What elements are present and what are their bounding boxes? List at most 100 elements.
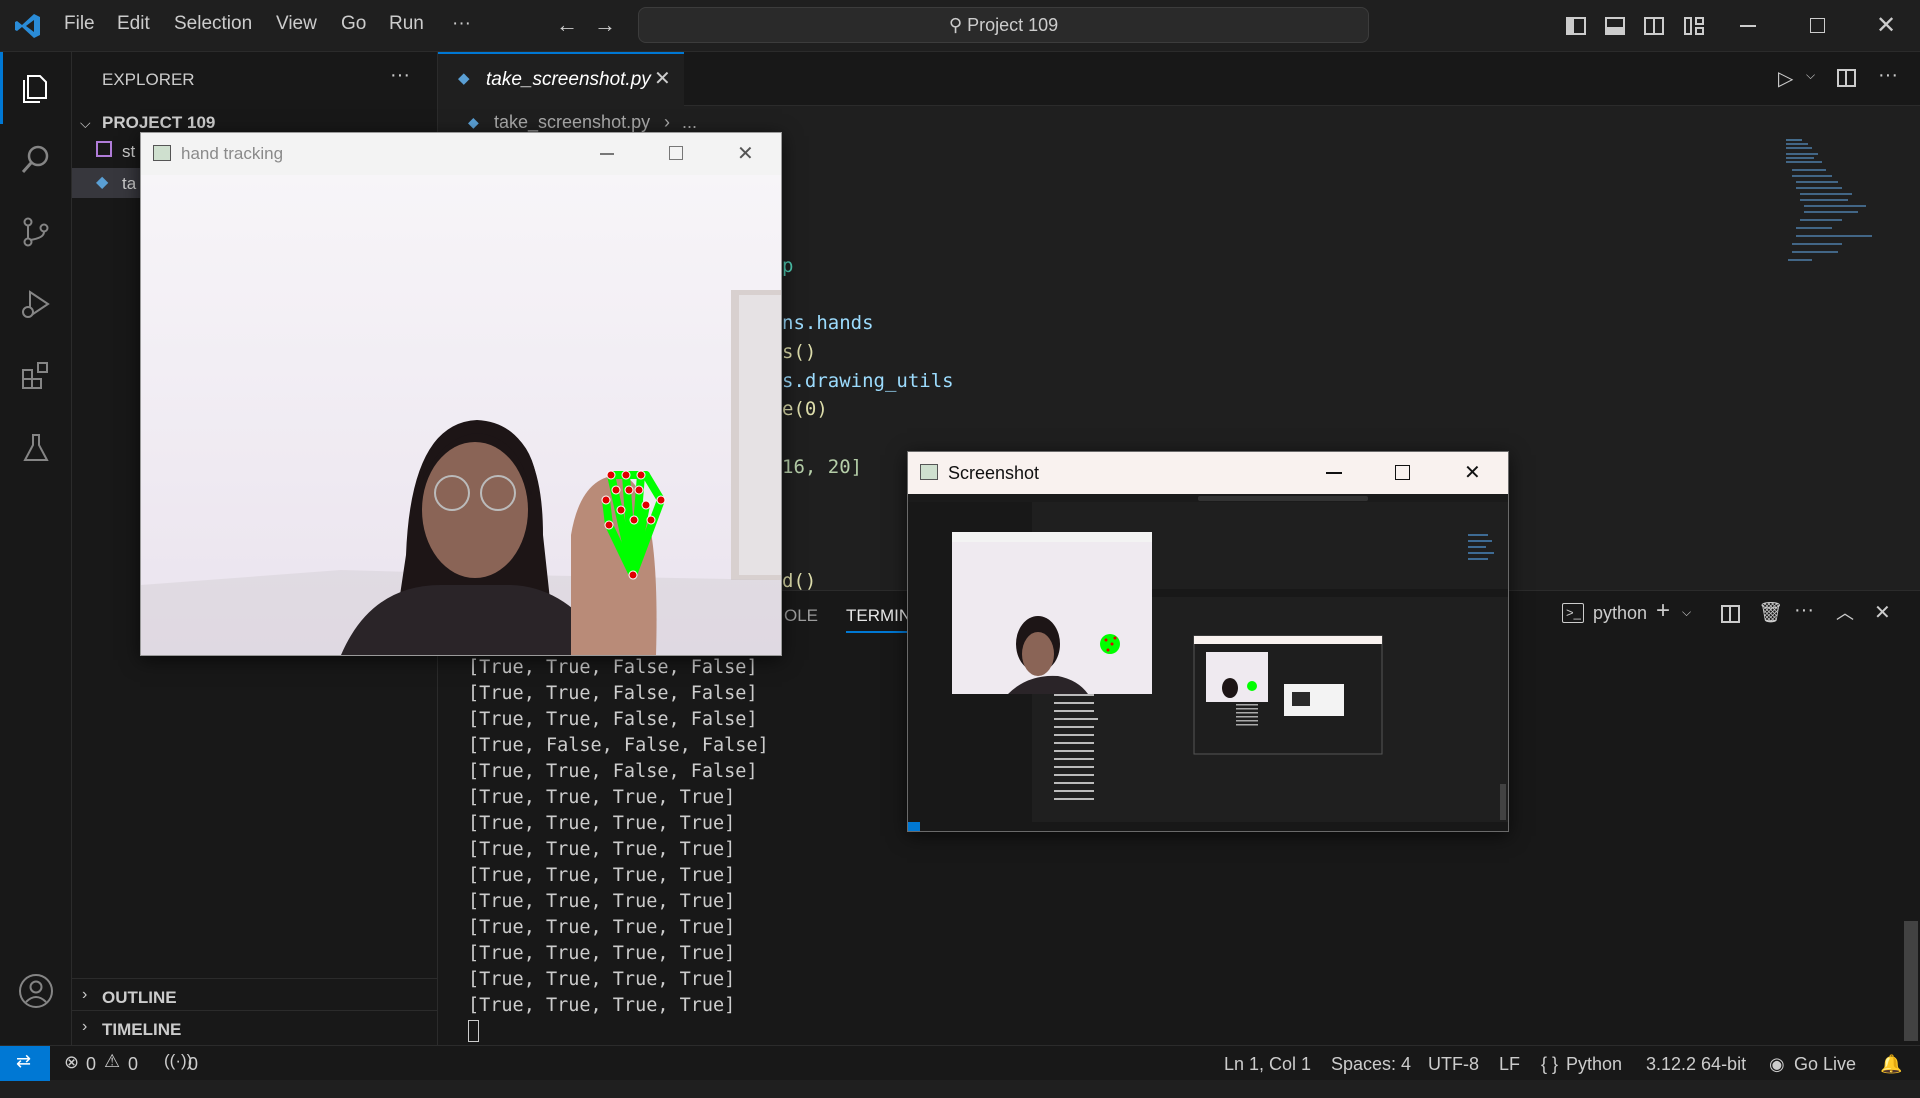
- terminal-line: [True, True, True, True]: [468, 813, 736, 834]
- menu-selection[interactable]: Selection: [174, 13, 252, 35]
- menu-file[interactable]: File: [64, 13, 95, 35]
- language-mode[interactable]: Python: [1566, 1054, 1622, 1075]
- chevron-down-icon[interactable]: ⌵: [1682, 605, 1691, 620]
- hand-window-titlebar[interactable]: hand tracking ✕: [141, 133, 781, 175]
- menu-go[interactable]: Go: [341, 13, 366, 35]
- split-terminal-icon[interactable]: [1721, 605, 1740, 623]
- testing-icon[interactable]: [0, 412, 72, 484]
- chevron-down-icon[interactable]: ⌵: [80, 115, 91, 132]
- remote-indicator[interactable]: ⇄: [0, 1046, 50, 1081]
- terminal-line: [True, True, True, True]: [468, 995, 736, 1016]
- explorer-icon[interactable]: [0, 52, 72, 124]
- go-live[interactable]: Go Live: [1794, 1054, 1856, 1075]
- terminal-line: [True, True, True, True]: [468, 865, 736, 886]
- remote-icon: ⇄: [16, 1051, 32, 1071]
- menu-more[interactable]: ···: [452, 13, 471, 35]
- notifications-bell-icon[interactable]: 🔔: [1880, 1054, 1902, 1075]
- close-icon[interactable]: ✕: [1464, 460, 1481, 485]
- code-line: d(): [782, 570, 817, 592]
- forward-arrow-icon[interactable]: →: [594, 12, 616, 38]
- maximize-panel-icon[interactable]: ︿: [1836, 599, 1854, 625]
- webcam-frame: [141, 175, 781, 655]
- breadcrumb-file[interactable]: take_screenshot.py: [494, 112, 650, 133]
- accounts-icon[interactable]: [0, 955, 72, 1027]
- screenshot-window[interactable]: Screenshot ✕: [907, 451, 1509, 832]
- error-icon[interactable]: ⊗: [64, 1052, 79, 1073]
- menu-view[interactable]: View: [276, 13, 317, 35]
- terminal-line: [True, True, False, False]: [468, 761, 758, 782]
- indentation[interactable]: Spaces: 4: [1331, 1054, 1411, 1075]
- toggle-secondary-sidebar-icon[interactable]: [1644, 17, 1664, 35]
- vscode-logo-icon: [15, 14, 40, 38]
- breadcrumb-more[interactable]: ...: [682, 112, 697, 133]
- python-file-icon: ◆: [96, 174, 109, 191]
- command-center-search[interactable]: ⚲ Project 109: [638, 7, 1369, 43]
- trash-icon[interactable]: 🗑: [1758, 600, 1783, 625]
- source-control-icon[interactable]: [0, 196, 72, 268]
- search-icon: ⚲: [948, 15, 963, 35]
- customize-layout-icon[interactable]: [1684, 17, 1704, 35]
- code-line: ns.hands: [782, 312, 874, 334]
- warning-count[interactable]: 0: [128, 1054, 138, 1075]
- code-line: e(0): [782, 398, 828, 420]
- tab-label: take_screenshot.py: [486, 69, 651, 90]
- restore-icon[interactable]: [1810, 18, 1825, 33]
- terminal-name[interactable]: python: [1593, 603, 1647, 624]
- menu-edit[interactable]: Edit: [117, 13, 150, 35]
- cursor-position[interactable]: Ln 1, Col 1: [1224, 1054, 1311, 1075]
- tab-close-icon[interactable]: ✕: [654, 66, 671, 91]
- close-icon[interactable]: ✕: [737, 141, 754, 166]
- project-folder[interactable]: PROJECT 109: [102, 113, 215, 133]
- ports-count[interactable]: 0: [188, 1054, 198, 1075]
- hand-window-title: hand tracking: [181, 144, 284, 163]
- run-play-icon[interactable]: ▷: [1778, 66, 1793, 91]
- back-arrow-icon[interactable]: ←: [556, 12, 578, 38]
- braces-icon[interactable]: { }: [1541, 1054, 1558, 1075]
- chevron-right-icon[interactable]: ›: [82, 986, 87, 1004]
- run-debug-icon[interactable]: [0, 268, 72, 340]
- python-file-icon: ◆: [468, 114, 479, 130]
- warning-icon[interactable]: ⚠: [104, 1051, 120, 1072]
- tab-take-screenshot[interactable]: ◆ take_screenshot.py ✕: [438, 52, 684, 106]
- error-count[interactable]: 0: [86, 1054, 96, 1075]
- menu-run[interactable]: Run: [389, 13, 424, 35]
- split-editor-icon[interactable]: [1837, 69, 1856, 87]
- python-interpreter[interactable]: 3.12.2 64-bit: [1646, 1054, 1746, 1075]
- minimize-icon[interactable]: [1740, 25, 1756, 27]
- minimize-icon[interactable]: [600, 153, 614, 155]
- toggle-sidebar-icon[interactable]: [1566, 17, 1586, 35]
- minimap[interactable]: [1782, 136, 1892, 276]
- code-line: p: [782, 255, 794, 277]
- close-icon[interactable]: ✕: [1876, 11, 1896, 40]
- end-of-line[interactable]: LF: [1499, 1054, 1520, 1075]
- explorer-more-icon[interactable]: ···: [390, 64, 410, 87]
- tab-terminal[interactable]: TERMIN: [846, 606, 911, 626]
- terminal-icon: >_: [1562, 603, 1584, 623]
- terminal-line: [True, True, True, True]: [468, 917, 736, 938]
- minimize-icon[interactable]: [1326, 472, 1342, 474]
- encoding[interactable]: UTF-8: [1428, 1054, 1479, 1075]
- outline-section[interactable]: OUTLINE: [102, 988, 177, 1008]
- maximize-icon[interactable]: [669, 146, 683, 160]
- extensions-icon[interactable]: [0, 340, 72, 412]
- screenshot-preview-image: [908, 494, 1508, 831]
- timeline-section[interactable]: TIMELINE: [102, 1020, 181, 1040]
- chevron-down-icon[interactable]: ⌵: [1806, 68, 1815, 83]
- search-icon[interactable]: [0, 124, 72, 196]
- status-bar: ⇄ ⊗ 0 ⚠ 0 ((·)) 0 Ln 1, Col 1 Spaces: 4 …: [0, 1045, 1920, 1081]
- tab-debug-console[interactable]: OLE: [784, 606, 818, 626]
- panel-more-icon[interactable]: ···: [1794, 599, 1814, 622]
- screenshot-window-titlebar[interactable]: Screenshot ✕: [908, 452, 1508, 494]
- maximize-icon[interactable]: [1395, 465, 1410, 480]
- terminal-scrollbar[interactable]: [1904, 921, 1918, 1041]
- editor-more-icon[interactable]: ···: [1878, 64, 1898, 87]
- hand-tracking-window[interactable]: hand tracking ✕: [140, 132, 782, 656]
- window-app-icon: [153, 145, 171, 161]
- toggle-panel-icon[interactable]: [1605, 17, 1625, 35]
- chevron-right-icon[interactable]: ›: [82, 1018, 87, 1036]
- go-live-broadcast-icon[interactable]: ◉: [1769, 1054, 1785, 1075]
- new-terminal-plus-icon[interactable]: +: [1656, 597, 1670, 625]
- window-app-icon: [920, 464, 938, 480]
- code-line: s.drawing_utils: [782, 370, 954, 392]
- close-panel-icon[interactable]: ✕: [1874, 600, 1891, 625]
